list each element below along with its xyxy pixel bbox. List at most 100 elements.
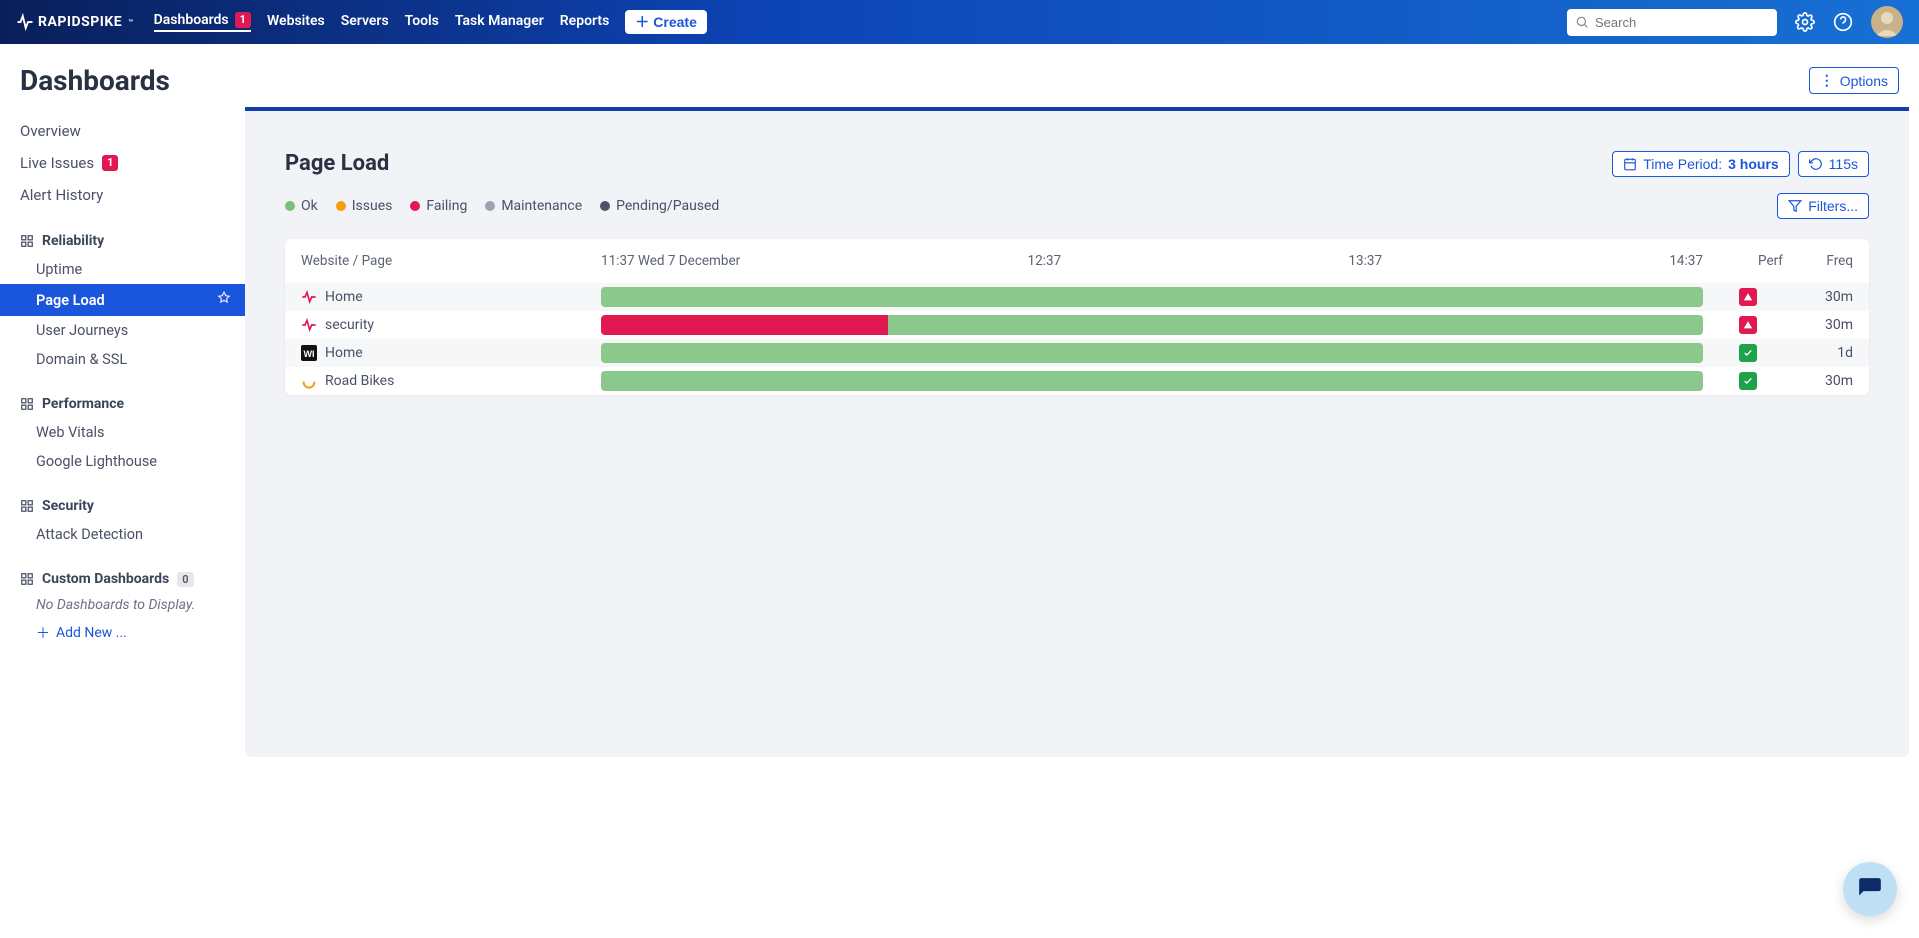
nav-servers[interactable]: Servers (341, 13, 389, 31)
legend-dot (600, 201, 610, 211)
legend: Ok Issues Failing Maintenance Pending/Paused (285, 198, 719, 214)
grid-icon (20, 234, 34, 248)
status-segment-fail (601, 315, 888, 335)
site-icon (301, 289, 317, 305)
nav-reports[interactable]: Reports (560, 13, 610, 31)
live-issues-badge: 1 (102, 155, 118, 170)
plus-icon: ＋ (635, 15, 649, 29)
filter-icon (1788, 199, 1802, 213)
refresh-icon (1809, 157, 1823, 171)
table-row[interactable]: Road Bikes30m (285, 367, 1869, 395)
grid-icon (20, 572, 34, 586)
site-cell[interactable]: security (301, 317, 601, 333)
sidebar-section-custom-dashboards[interactable]: Custom Dashboards 0 (0, 565, 245, 593)
svg-text:WI: WI (304, 349, 315, 359)
custom-count-badge: 0 (177, 572, 193, 587)
site-cell[interactable]: WIHome (301, 345, 601, 361)
th-freq: Freq (1783, 253, 1853, 269)
top-nav: RAPIDSPIKE™ Dashboards 1 Websites Server… (0, 0, 1919, 44)
sidebar: Overview Live Issues 1 Alert History Rel… (0, 107, 245, 667)
page-load-table: Website / Page 11:37 Wed 7 December 12:37… (285, 239, 1869, 395)
status-bar[interactable] (601, 315, 1703, 335)
nav-dashboards-badge: 1 (235, 12, 251, 27)
sidebar-item-google-lighthouse[interactable]: Google Lighthouse (0, 447, 245, 476)
th-perf: Perf (1713, 253, 1783, 269)
sidebar-item-overview[interactable]: Overview (0, 115, 245, 147)
perf-cell (1713, 316, 1783, 334)
sidebar-section-reliability[interactable]: Reliability (0, 227, 245, 255)
sidebar-item-page-load[interactable]: Page Load (0, 284, 245, 316)
sidebar-item-user-journeys[interactable]: User Journeys (0, 316, 245, 345)
pin-icon[interactable] (217, 291, 231, 309)
search-input[interactable] (1589, 11, 1769, 34)
brand-name: RAPIDSPIKE (38, 14, 122, 30)
content-panel: Page Load Time Period: 3 hours 115s Ok Is… (245, 107, 1909, 757)
nav-dashboards[interactable]: Dashboards 1 (154, 12, 251, 32)
status-bar[interactable] (601, 343, 1703, 363)
nav-tools[interactable]: Tools (405, 13, 439, 31)
sidebar-item-alert-history[interactable]: Alert History (0, 179, 245, 211)
refresh-button[interactable]: 115s (1798, 151, 1869, 177)
legend-dot (410, 201, 420, 211)
nav-websites[interactable]: Websites (267, 13, 325, 31)
legend-item-issues[interactable]: Issues (336, 198, 393, 214)
rapidspike-icon (16, 13, 34, 31)
time-tick: 11:37 Wed 7 December (601, 253, 740, 269)
legend-dot (336, 201, 346, 211)
status-bar[interactable] (601, 287, 1703, 307)
calendar-icon (1623, 157, 1637, 171)
options-button[interactable]: ⋮ Options (1809, 67, 1899, 94)
panel-title: Page Load (285, 151, 389, 176)
avatar[interactable] (1871, 6, 1903, 38)
status-segment-ok (601, 287, 1703, 307)
time-tick: 12:37 (1028, 253, 1062, 269)
site-cell[interactable]: Road Bikes (301, 373, 601, 389)
time-tick: 14:37 (1669, 253, 1703, 269)
create-button[interactable]: ＋ Create (625, 10, 707, 34)
legend-dot (485, 201, 495, 211)
sidebar-item-uptime[interactable]: Uptime (0, 255, 245, 284)
legend-item-failing[interactable]: Failing (410, 198, 467, 214)
search-wrap[interactable] (1567, 9, 1777, 36)
site-cell[interactable]: Home (301, 289, 601, 305)
chat-button[interactable] (1843, 862, 1897, 916)
help-icon[interactable] (1833, 12, 1853, 32)
chat-icon (1857, 876, 1883, 902)
sidebar-item-attack-detection[interactable]: Attack Detection (0, 520, 245, 549)
legend-item-pending[interactable]: Pending/Paused (600, 198, 719, 214)
legend-item-maint[interactable]: Maintenance (485, 198, 582, 214)
perf-badge-warn (1739, 288, 1757, 306)
filters-button[interactable]: Filters... (1777, 193, 1869, 219)
sidebar-section-security[interactable]: Security (0, 492, 245, 520)
status-bar[interactable] (601, 371, 1703, 391)
sidebar-item-domain-ssl[interactable]: Domain & SSL (0, 345, 245, 374)
th-site: Website / Page (301, 253, 601, 269)
legend-item-ok[interactable]: Ok (285, 198, 318, 214)
site-icon (301, 317, 317, 333)
time-tick: 13:37 (1348, 253, 1382, 269)
brand-logo[interactable]: RAPIDSPIKE™ (16, 13, 134, 31)
time-axis: 11:37 Wed 7 December 12:37 13:37 14:37 (601, 253, 1713, 269)
table-row[interactable]: Home 30m (285, 283, 1869, 311)
nav-task-manager[interactable]: Task Manager (455, 13, 544, 31)
table-header: Website / Page 11:37 Wed 7 December 12:37… (285, 239, 1869, 283)
site-name: security (325, 317, 374, 333)
perf-cell (1713, 288, 1783, 306)
page-title: Dashboards (20, 64, 170, 97)
time-period-button[interactable]: Time Period: 3 hours (1612, 151, 1789, 177)
sidebar-item-live-issues[interactable]: Live Issues 1 (0, 147, 245, 179)
freq-cell: 1d (1783, 345, 1853, 361)
nav-links: Dashboards 1 Websites Servers Tools Task… (154, 10, 707, 34)
table-row[interactable]: WIHome 1d (285, 339, 1869, 367)
site-icon: WI (301, 345, 317, 361)
sidebar-item-web-vitals[interactable]: Web Vitals (0, 418, 245, 447)
sidebar-add-new[interactable]: ＋ Add New ... (0, 617, 245, 647)
freq-cell: 30m (1783, 289, 1853, 305)
sidebar-section-performance[interactable]: Performance (0, 390, 245, 418)
search-icon (1575, 15, 1589, 29)
status-segment-ok (601, 343, 1703, 363)
perf-badge-good (1739, 344, 1757, 362)
gear-icon[interactable] (1795, 12, 1815, 32)
site-name: Road Bikes (325, 373, 394, 389)
table-row[interactable]: security30m (285, 311, 1869, 339)
